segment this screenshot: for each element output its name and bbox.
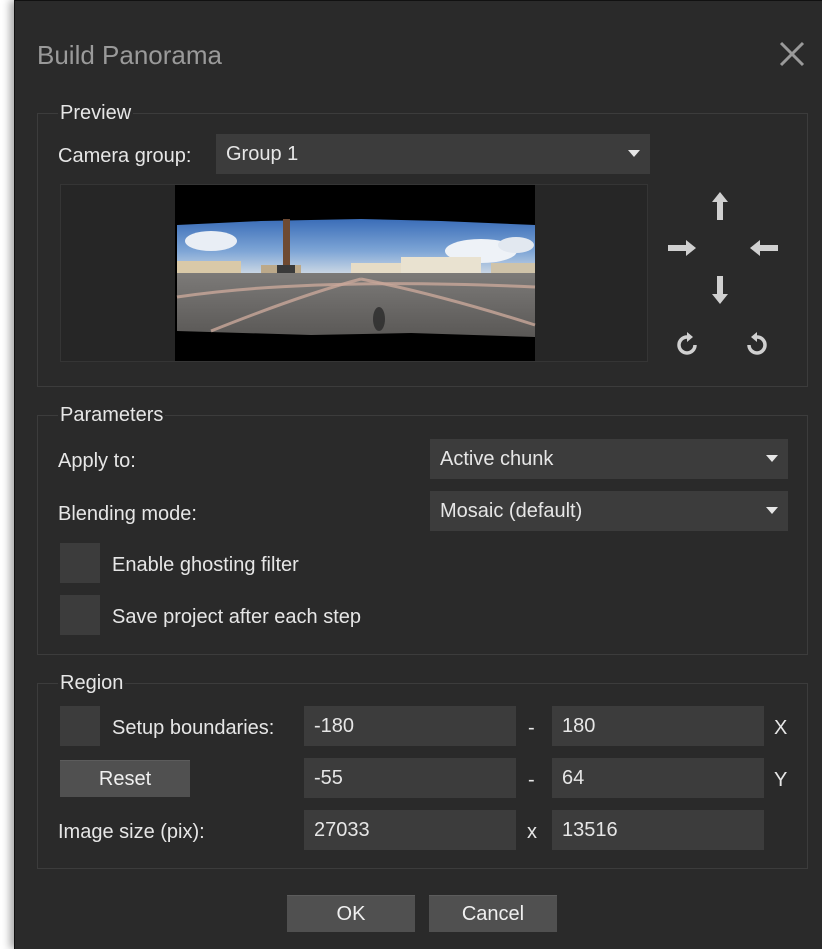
region-group: Region Setup boundaries: -180 - 180 X Re… bbox=[37, 672, 808, 869]
chevron-down-icon bbox=[766, 507, 778, 514]
x-min-field[interactable]: -180 bbox=[304, 706, 516, 746]
reset-button[interactable]: Reset bbox=[60, 760, 190, 797]
image-size-label: Image size (pix): bbox=[58, 821, 205, 843]
image-height-field[interactable]: 13516 bbox=[552, 810, 764, 850]
x-max-field[interactable]: 180 bbox=[552, 706, 764, 746]
arrow-left-icon[interactable] bbox=[750, 238, 780, 263]
arrow-down-icon[interactable] bbox=[710, 274, 730, 309]
arrow-up-icon[interactable] bbox=[710, 192, 730, 227]
x-range-separator: - bbox=[528, 717, 535, 739]
y-max-field[interactable]: 64 bbox=[552, 758, 764, 798]
x-axis-label: X bbox=[774, 717, 788, 739]
rotate-left-icon[interactable] bbox=[674, 332, 700, 363]
y-min-field[interactable]: -55 bbox=[304, 758, 516, 798]
apply-to-value: Active chunk bbox=[440, 448, 554, 470]
camera-group-label: Camera group: bbox=[58, 145, 192, 167]
panorama-preview bbox=[60, 184, 648, 362]
chevron-down-icon bbox=[766, 455, 778, 462]
preview-group-label: Preview bbox=[58, 102, 134, 124]
preview-group: Preview Camera group: Group 1 bbox=[37, 102, 808, 387]
image-width-field[interactable]: 27033 bbox=[304, 810, 516, 850]
y-range-separator: - bbox=[528, 769, 535, 791]
blending-mode-value: Mosaic (default) bbox=[440, 500, 583, 522]
dialog-title: Build Panorama bbox=[37, 40, 222, 70]
region-group-label: Region bbox=[58, 672, 126, 694]
camera-group-select[interactable]: Group 1 bbox=[216, 134, 650, 174]
parameters-group-label: Parameters bbox=[58, 404, 166, 426]
save-project-checkbox[interactable] bbox=[60, 595, 100, 635]
cancel-button[interactable]: Cancel bbox=[429, 895, 557, 932]
arrow-right-icon[interactable] bbox=[666, 238, 696, 263]
rotate-right-icon[interactable] bbox=[744, 332, 770, 363]
build-panorama-dialog: Build Panorama Preview Camera group: Gro… bbox=[14, 0, 822, 949]
ghosting-filter-checkbox[interactable] bbox=[60, 543, 100, 583]
apply-to-label: Apply to: bbox=[58, 450, 136, 472]
parameters-group: Parameters Apply to: Active chunk Blendi… bbox=[37, 404, 808, 655]
close-x-icon[interactable] bbox=[775, 37, 809, 71]
camera-group-value: Group 1 bbox=[226, 143, 299, 165]
y-axis-label: Y bbox=[774, 769, 788, 791]
apply-to-select[interactable]: Active chunk bbox=[430, 439, 788, 479]
blending-mode-label: Blending mode: bbox=[58, 503, 197, 525]
save-project-label: Save project after each step bbox=[112, 606, 362, 628]
size-separator: x bbox=[527, 821, 537, 843]
chevron-down-icon bbox=[628, 150, 640, 157]
panorama-image bbox=[175, 185, 536, 361]
setup-boundaries-label: Setup boundaries: bbox=[112, 717, 275, 739]
ghosting-filter-label: Enable ghosting filter bbox=[112, 554, 299, 576]
ok-button[interactable]: OK bbox=[287, 895, 415, 932]
setup-boundaries-checkbox[interactable] bbox=[60, 706, 100, 746]
blending-mode-select[interactable]: Mosaic (default) bbox=[430, 491, 788, 531]
